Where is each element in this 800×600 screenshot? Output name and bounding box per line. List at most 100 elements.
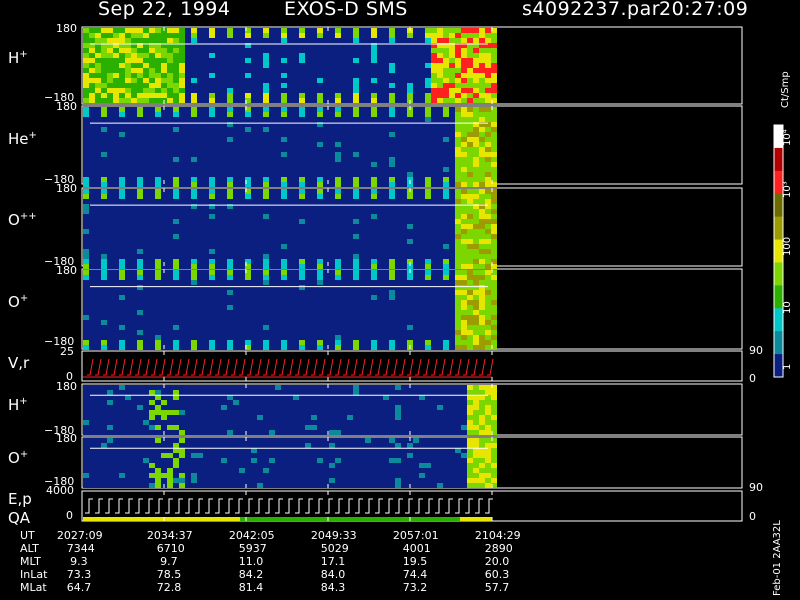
spectrogram-cell	[353, 345, 359, 350]
spectrogram-cell	[251, 98, 257, 103]
spectrogram-cell	[179, 390, 185, 395]
spectrogram-cell	[275, 280, 281, 285]
spectrogram-cell	[347, 249, 353, 254]
spectrogram-cell	[449, 142, 455, 147]
spectrogram-cell	[101, 295, 107, 300]
spectrogram-cell	[395, 177, 401, 182]
spectrogram-cell	[467, 290, 473, 295]
spectrogram-cell	[143, 249, 149, 254]
spectrogram-cell	[197, 53, 203, 58]
spectrogram-cell	[203, 152, 209, 157]
spectrogram-cell	[479, 63, 485, 68]
spectrogram-cell	[299, 189, 305, 194]
spectrogram-cell	[167, 285, 173, 290]
spectrogram-cell	[359, 73, 365, 78]
spectrogram-cell	[395, 78, 401, 83]
spectrogram-cell	[173, 157, 179, 162]
spectrogram-cell	[485, 88, 491, 93]
spectrogram-cell	[431, 335, 437, 340]
spectrogram-cell	[89, 48, 95, 53]
spectrogram-cell	[137, 63, 143, 68]
spectrogram-cell	[173, 305, 179, 310]
spectrogram-cell	[377, 330, 383, 335]
spectrogram-cell	[365, 93, 371, 98]
spectrogram-cell	[155, 285, 161, 290]
spectrogram-cell	[245, 38, 251, 43]
spectrogram-cell	[329, 58, 335, 63]
spectrogram-cell	[281, 209, 287, 214]
spectrogram-cell	[293, 385, 299, 390]
spectrogram-cell	[179, 315, 185, 320]
spectrogram-cell	[491, 229, 497, 234]
spectrogram-cell	[203, 249, 209, 254]
spectrogram-cell	[137, 330, 143, 335]
spectrogram-cell	[251, 340, 257, 345]
spectrogram-cell	[359, 162, 365, 167]
spectrogram-cell	[197, 310, 203, 315]
spectrogram-cell	[197, 295, 203, 300]
spectrogram-cell	[335, 335, 341, 340]
spectrogram-cell	[173, 229, 179, 234]
spectrogram-cell	[473, 157, 479, 162]
spectrogram-cell	[323, 63, 329, 68]
spectrogram-cell	[233, 199, 239, 204]
spectrogram-cell	[299, 330, 305, 335]
spectrogram-cell	[437, 219, 443, 224]
spectrogram-cell	[329, 127, 335, 132]
spectrogram-cell	[287, 93, 293, 98]
spectrogram-cell	[323, 239, 329, 244]
spectrogram-cell	[101, 224, 107, 229]
spectrogram-cell	[341, 395, 347, 400]
spectrogram-cell	[119, 132, 125, 137]
spectrogram-cell	[227, 132, 233, 137]
spectrogram-cell	[413, 295, 419, 300]
spectrogram-cell	[323, 162, 329, 167]
spectrogram-cell	[461, 167, 467, 172]
spectrogram-cell	[275, 127, 281, 132]
spectrogram-cell	[191, 194, 197, 199]
spectrogram-cell	[323, 335, 329, 340]
spectrogram-cell	[227, 315, 233, 320]
spectrogram-cell	[317, 335, 323, 340]
spectrogram-cell	[293, 249, 299, 254]
panel-frame-7	[81, 490, 743, 522]
spectrogram-cell	[473, 310, 479, 315]
spectrogram-cell	[203, 224, 209, 229]
spectrogram-cell	[263, 127, 269, 132]
spectrogram-cell	[317, 270, 323, 275]
spectrogram-cell	[209, 88, 215, 93]
spectrogram-cell	[251, 385, 257, 390]
spectrogram-cell	[461, 254, 467, 259]
spectrogram-cell	[149, 280, 155, 285]
spectrogram-cell	[185, 98, 191, 103]
spectrogram-cell	[89, 340, 95, 345]
spectrogram-cell	[131, 73, 137, 78]
spectrogram-cell	[83, 249, 89, 254]
spectrogram-cell	[371, 420, 377, 425]
spectrogram-cell	[419, 172, 425, 177]
spectrogram-cell	[203, 147, 209, 152]
spectrogram-cell	[305, 244, 311, 249]
spectrogram-cell	[353, 335, 359, 340]
spectrogram-cell	[227, 189, 233, 194]
spectrogram-cell	[89, 335, 95, 340]
spectrogram-cell	[311, 239, 317, 244]
spectrogram-cell	[83, 112, 89, 117]
spectrogram-cell	[137, 385, 143, 390]
spectrogram-cell	[479, 290, 485, 295]
spectrogram-cell	[299, 182, 305, 187]
spectrogram-cell	[335, 295, 341, 300]
spectrogram-cell	[323, 315, 329, 320]
spectrogram-cell	[329, 182, 335, 187]
spectrogram-cell	[425, 157, 431, 162]
spectrogram-cell	[401, 152, 407, 157]
spectrogram-cell	[347, 425, 353, 430]
spectrogram-cell	[347, 28, 353, 33]
spectrogram-cell	[323, 244, 329, 249]
spectrogram-cell	[395, 400, 401, 405]
spectrogram-cell	[383, 167, 389, 172]
spectrogram-cell	[293, 395, 299, 400]
spectrogram-cell	[365, 345, 371, 350]
spectrogram-cell	[419, 127, 425, 132]
spectrogram-cell	[155, 340, 161, 345]
